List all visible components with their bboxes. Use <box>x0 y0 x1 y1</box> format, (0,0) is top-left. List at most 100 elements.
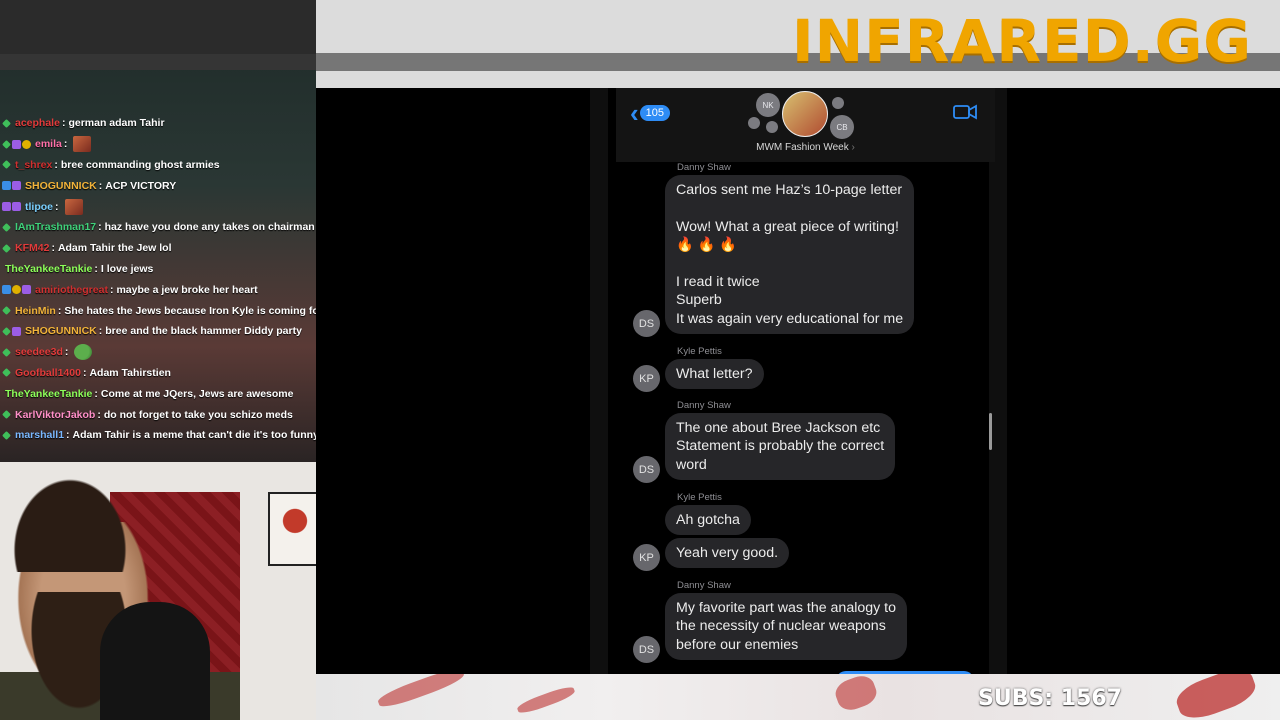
group-avatar-cluster[interactable]: NK CB <box>748 91 858 141</box>
chat-message: KFM42: Adam Tahir the Jew lol <box>0 238 316 259</box>
gold-badge-icon <box>22 139 31 149</box>
chat-separator: : <box>109 283 114 296</box>
chat-username[interactable]: KFM42 <box>15 242 49 254</box>
message-bubble[interactable]: Ah gotcha <box>665 505 751 536</box>
chat-username[interactable]: TheYankeeTankie <box>5 263 92 275</box>
chat-username[interactable]: marshall1 <box>15 429 64 441</box>
purple-badge-icon <box>12 326 21 336</box>
chat-username[interactable]: SHOGUNNICK <box>25 180 97 192</box>
chat-message: amiriothegreat: maybe a jew broke her hea… <box>0 279 316 300</box>
avatar[interactable]: DS <box>633 636 660 663</box>
avatar[interactable]: KP <box>633 544 660 571</box>
avatar[interactable]: DS <box>633 456 660 483</box>
green-badge-icon <box>2 326 11 336</box>
chat-message: seedee3d: <box>0 342 316 363</box>
purple-badge-icon <box>12 202 21 212</box>
gold-badge-icon <box>12 285 21 295</box>
chat-username[interactable]: tlipoe <box>25 201 53 213</box>
sender-name: Kyle Pettis <box>677 346 722 357</box>
face-emote-icon <box>73 136 92 153</box>
chat-text: bree and the black hammer Diddy party <box>105 325 302 338</box>
chat-username[interactable]: TheYankeeTankie <box>5 388 92 400</box>
phone-bezel-right <box>989 88 1007 674</box>
group-member-avatar: NK <box>756 93 780 117</box>
chat-text: Come at me JQers, Jews are awesome <box>100 387 294 400</box>
stream-layout: INFRARED.GG acephale: german adam Tahir em… <box>0 0 1280 720</box>
chat-separator: : <box>51 242 55 255</box>
paint-splash <box>515 684 577 716</box>
group-member-avatar: CB <box>830 115 854 139</box>
chat-text: I love jews <box>100 262 154 275</box>
group-name[interactable]: MWM Fashion Week › <box>616 142 995 153</box>
green-badge-icon <box>2 139 11 149</box>
chat-username[interactable]: IAmTrashman17 <box>15 221 96 233</box>
chat-separator: : <box>63 138 68 151</box>
video-call-icon[interactable] <box>953 104 977 120</box>
chat-subheader <box>0 54 316 70</box>
microphone <box>100 602 210 720</box>
chat-text: Adam Tahir is a meme that can't die it's… <box>72 429 316 442</box>
chat-message: Goofball1400: Adam Tahirstien <box>0 363 316 384</box>
message-bubble[interactable]: My favorite part was the analogy to the … <box>665 593 908 661</box>
unread-count-badge: 105 <box>639 105 671 121</box>
chat-username[interactable]: amiriothegreat <box>35 284 108 296</box>
chat-message: KarlViktorJakob: do not forget to take yo… <box>0 404 316 425</box>
green-badge-icon <box>2 347 11 357</box>
purple-badge-icon <box>2 202 11 212</box>
chat-separator: : <box>54 158 58 171</box>
group-member-avatar-small <box>748 117 760 129</box>
green-badge-icon <box>2 410 11 420</box>
chat-separator: : <box>98 179 103 192</box>
chat-separator: : <box>97 408 101 421</box>
chat-username[interactable]: emila <box>35 138 62 150</box>
message-bubble[interactable]: Yeah very good. <box>665 538 790 569</box>
chat-message: marshall1: Adam Tahir is a meme that can'… <box>0 425 316 446</box>
face-emote-icon <box>64 198 83 215</box>
chat-text: do not forget to take you schizo meds <box>103 408 293 421</box>
chat-header <box>0 0 316 54</box>
avatar[interactable]: KP <box>633 365 660 392</box>
message-bubble[interactable]: The one about Bree Jackson etc Statement… <box>665 413 896 481</box>
chat-message: IAmTrashman17: haz have you done any take… <box>0 217 316 238</box>
chat-separator: : <box>55 200 59 213</box>
chat-message: HeinMin: She hates the Jews because Iron … <box>0 300 316 321</box>
scroll-indicator[interactable] <box>989 413 992 450</box>
green-badge-icon <box>2 430 11 440</box>
chat-message: TheYankeeTankie: Come at me JQers, Jews a… <box>0 383 316 404</box>
message-thread[interactable]: Danny Shaw Carlos sent me Haz’s 10-page … <box>612 162 987 674</box>
phone-bezel-left <box>590 88 608 674</box>
chat-username[interactable]: acephale <box>15 117 60 129</box>
sender-name: Danny Shaw <box>677 162 731 173</box>
chat-message: SHOGUNNICK: bree and the black hammer Did… <box>0 321 316 342</box>
person-icon <box>832 97 844 109</box>
message-bubble[interactable]: Carlos sent me Haz’s 10-page letter Wow!… <box>665 175 915 335</box>
chat-text: ACP VICTORY <box>105 179 177 192</box>
green-badge-icon <box>2 243 11 253</box>
chat-message: TheYankeeTankie: I love jews <box>0 259 316 280</box>
pepe-emote-icon <box>74 344 93 361</box>
brand-banner: INFRARED.GG <box>316 0 1280 88</box>
chat-username[interactable]: SHOGUNNICK <box>25 325 97 337</box>
chat-text: bree commanding ghost armies <box>60 158 220 171</box>
green-badge-icon <box>2 222 11 232</box>
chat-username[interactable]: t_shrex <box>15 159 52 171</box>
green-badge-icon <box>2 160 11 170</box>
avatar[interactable]: DS <box>633 310 660 337</box>
imessage-screen: ‹ 105 NK CB MWM Fashion Week › Danny Sha… <box>590 88 1007 674</box>
webcam-feed <box>0 462 316 720</box>
paint-splash <box>375 674 467 711</box>
chat-username[interactable]: HeinMin <box>15 305 56 317</box>
paint-splash <box>832 674 880 714</box>
chat-separator: : <box>66 429 70 442</box>
chat-username[interactable]: Goofball1400 <box>15 367 81 379</box>
brand-logo-text: INFRARED.GG <box>792 7 1252 75</box>
back-button[interactable]: ‹ 105 <box>630 100 671 126</box>
chat-username[interactable]: KarlViktorJakob <box>15 409 95 421</box>
chat-separator: : <box>82 366 87 379</box>
green-badge-icon <box>2 306 11 316</box>
chat-username[interactable]: seedee3d <box>15 346 63 358</box>
message-bubble[interactable]: What letter? <box>665 359 764 390</box>
group-photo <box>782 91 828 137</box>
chevron-right-icon: › <box>851 142 855 153</box>
sender-name: Danny Shaw <box>677 580 731 591</box>
